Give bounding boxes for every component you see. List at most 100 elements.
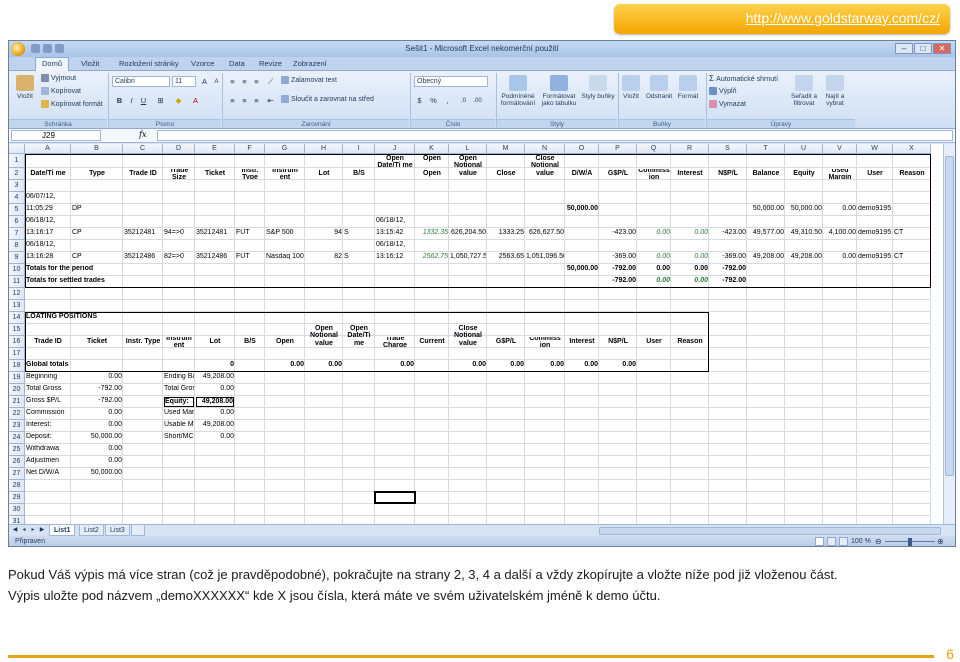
column-header-j[interactable]: J [375,144,415,154]
fill-button[interactable]: Výplň [709,87,737,95]
summary-value[interactable]: 0.00 [72,421,122,431]
header-reason[interactable]: Reason [894,169,930,179]
summary-value[interactable]: -792.00 [72,385,122,395]
row-header-11[interactable]: 11 [9,276,25,288]
column-header-x[interactable]: X [893,144,931,154]
column-header-d[interactable]: D [163,144,195,154]
fp-header-reason[interactable]: Reason [672,337,708,347]
cell-p7[interactable]: -423.00 [600,229,636,239]
cell-e7[interactable]: 35212481 [196,229,234,239]
summary-right-label[interactable]: Used Marg [164,409,194,419]
row-header-1[interactable]: 1 [9,154,25,168]
cell-h7[interactable]: 94 [306,229,342,239]
global-totals-p[interactable]: 0.00 [600,361,636,371]
grow-font-icon[interactable]: A [199,76,210,87]
global-totals-l[interactable]: 0.00 [450,361,486,371]
align-top-icon[interactable]: ≡ [227,76,238,87]
fp-header-npl[interactable]: N$P/L [600,337,636,347]
fp-header-open-date[interactable]: Open Date/Ti me [344,325,374,347]
fp-header-instrument[interactable]: Instrum ent [164,337,194,347]
global-totals-n[interactable]: 0.00 [526,361,564,371]
cell-j6[interactable]: 06/18/12, [376,217,414,227]
header-type[interactable]: Type [72,169,122,179]
summary-label[interactable]: Deposit: [26,433,70,443]
row-header-2[interactable]: 2 [9,168,25,180]
summary-label[interactable]: Withdrawa [26,445,70,455]
column-header-b[interactable]: B [71,144,123,154]
website-link[interactable]: http://www.goldstarway.com/cz/ [746,10,940,26]
find-select-button[interactable]: Najít a vybrat [822,75,848,107]
cell-u9[interactable]: 49,208.00 [786,253,822,263]
tab-view[interactable]: Zobrazení [291,59,329,68]
increase-decimal-icon[interactable]: .0 [458,95,469,106]
column-header-v[interactable]: V [823,144,857,154]
summary-value[interactable]: 0.00 [72,373,122,383]
cut-button[interactable]: Vyjmout [41,74,76,82]
row-header-21[interactable]: 21 [9,396,25,408]
font-size-select[interactable]: 11 [172,76,196,87]
summary-right-value[interactable]: 0.00 [196,409,234,419]
font-color-icon[interactable]: A [190,95,201,106]
cell-w7[interactable]: demo9195 [858,229,892,239]
summary-label[interactable]: Interest: [26,421,70,431]
prev-sheet-icon[interactable]: ◂ [20,526,28,535]
header-open-date[interactable]: Open Date/Ti me [376,155,414,179]
global-totals-g[interactable]: 0.00 [266,361,304,371]
summary-value[interactable]: 50,000.00 [72,433,122,443]
fp-header-instr-type[interactable]: Instr. Type [124,337,162,347]
fp-header-current[interactable]: Current [416,337,448,347]
tab-review[interactable]: Revize [257,59,284,68]
column-header-r[interactable]: R [671,144,709,154]
cell-w5[interactable]: demo9195 [858,205,892,215]
column-header-w[interactable]: W [857,144,893,154]
cell-v7[interactable]: 4,100.00 [824,229,856,239]
summary-label[interactable]: Net D/W/A [26,469,70,479]
row-header-22[interactable]: 22 [9,408,25,420]
format-painter-button[interactable]: Kopírovat formát [41,100,103,108]
cell-q7[interactable]: 0.00 [638,229,670,239]
fp-header-ticket[interactable]: Ticket [72,337,122,347]
name-box[interactable]: J29 [11,130,101,141]
borders-icon[interactable]: ⊞ [155,95,166,106]
cell-i9[interactable]: S [344,253,374,263]
global-totals-h[interactable]: 0.00 [306,361,342,371]
tab-insert[interactable]: Vložit [79,59,101,68]
totals-period-label[interactable]: Totals for the period [26,265,194,275]
cell-h9[interactable]: 82 [306,253,342,263]
row-header-20[interactable]: 20 [9,384,25,396]
cell-w9[interactable]: demo9195 [858,253,892,263]
fp-header-trade-id[interactable]: Trade ID [26,337,70,347]
column-header-f[interactable]: F [235,144,265,154]
global-totals-label[interactable]: Global totals [26,361,122,371]
sheet-tab-list1[interactable]: List1 [49,525,76,536]
cell-styles-button[interactable]: Styly buňky [581,75,615,100]
cell-k7[interactable]: 1332.35 [416,229,448,239]
cell-p9[interactable]: -369.00 [600,253,636,263]
cell-b5[interactable]: DP [72,205,122,215]
align-middle-icon[interactable]: ≡ [239,76,250,87]
row-header-25[interactable]: 25 [9,444,25,456]
cell-q9[interactable]: 0.00 [638,253,670,263]
orientation-icon[interactable]: ⟋ [265,76,276,87]
totals-period-o[interactable]: 50,000.00 [566,265,598,275]
column-header-g[interactable]: G [265,144,305,154]
row-header-5[interactable]: 5 [9,204,25,216]
summary-right-label[interactable]: Usable Ma [164,421,194,431]
row-header-9[interactable]: 9 [9,252,25,264]
header-equity[interactable]: Equity [786,169,822,179]
cell-t5[interactable]: 50,000.00 [748,205,784,215]
row-header-19[interactable]: 19 [9,372,25,384]
fp-header-user[interactable]: User [638,337,670,347]
cell-l7[interactable]: 626,204.50 [450,229,486,239]
header-dwa[interactable]: D/W/A [566,169,598,179]
cell-x7[interactable]: CT [894,229,930,239]
header-bs[interactable]: B/S [344,169,374,179]
maximize-button[interactable]: □ [914,43,932,54]
header-balance[interactable]: Balance [748,169,784,179]
fx-icon[interactable]: fx [139,130,146,139]
cell-a6[interactable]: 06/18/12, [26,217,70,227]
totals-period-s[interactable]: -792.00 [710,265,746,275]
header-close-notional[interactable]: Close Notional value [526,155,564,191]
normal-view-icon[interactable] [815,537,824,546]
merge-center-button[interactable]: Sloučit a zarovnat na střed [281,95,374,103]
